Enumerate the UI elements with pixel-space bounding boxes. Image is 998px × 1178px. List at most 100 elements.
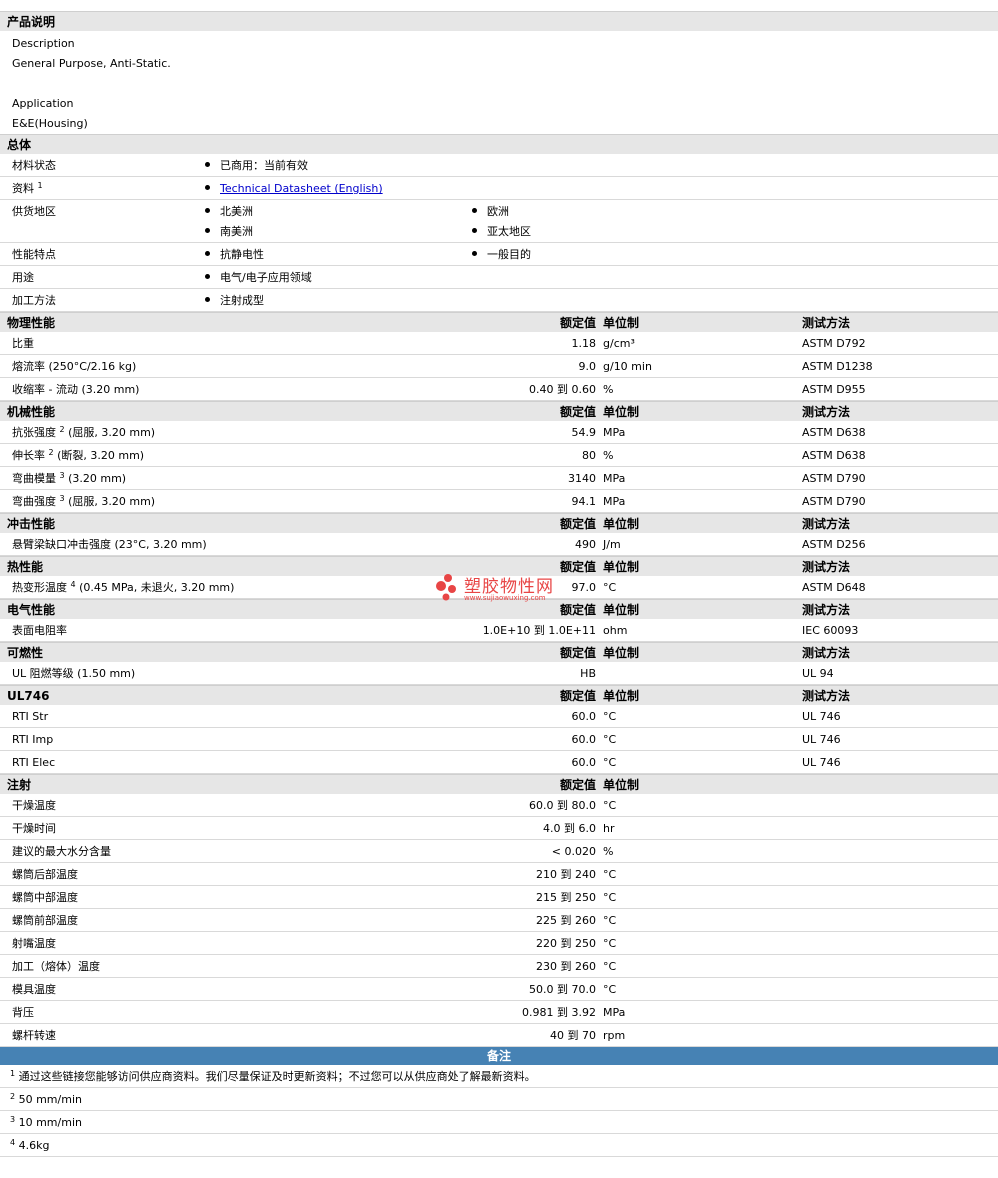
property-name: 抗张强度 2 (屈服, 3.20 mm) [12,425,156,440]
property-unit: °C [603,799,617,812]
watermark-dots-icon [436,574,456,601]
application-label: Application [12,97,74,110]
property-row: 弯曲模量 3 (3.20 mm) 3140 MPa ASTM D790 [0,467,998,490]
section-title: 冲击性能 [7,517,56,531]
footnote-marker: 4 [70,580,76,589]
general-row-features: 性能特点 抗静电性 一般目的 [0,243,998,266]
property-name: 收缩率 - 流动 (3.20 mm) [12,383,140,396]
property-unit: hr [603,822,615,835]
test-method: IEC 60093 [802,624,859,637]
test-method: UL 94 [802,667,834,680]
general-row-supply: 供货地区 北美洲 欧洲 南美洲 亚太地区 [0,200,998,243]
property-unit: % [603,845,614,858]
general-row-processing: 加工方法 注射成型 [0,289,998,312]
footnote-marker: 1 [37,181,43,190]
footnote-marker: 3 [59,494,65,503]
notes-list: 1 通过这些链接您能够访问供应商资料。我们尽量保证及时更新资料；不过您可以从供应… [0,1065,998,1157]
note-item: 1 通过这些链接您能够访问供应商资料。我们尽量保证及时更新资料；不过您可以从供应… [0,1065,998,1088]
header-unit: 单位制 [603,646,640,660]
property-unit: °C [603,914,617,927]
property-row: 弯曲强度 3 (屈服, 3.20 mm) 94.1 MPa ASTM D790 [0,490,998,513]
property-value: 0.981 到 3.92 [522,1006,596,1019]
section-title: UL746 [7,689,50,703]
property-unit: °C [603,756,617,769]
property-row: 螺筒中部温度 215 到 250 °C [0,886,998,909]
property-unit: J/m [603,538,621,551]
note-item: 3 10 mm/min [0,1111,998,1134]
footnote-marker: 3 [10,1115,16,1124]
property-unit: % [603,449,614,462]
section-header-physical: 物理性能 额定值 单位制 测试方法 [0,312,998,332]
property-unit: °C [603,868,617,881]
bullet-icon [205,208,210,213]
property-value: 60.0 [571,710,597,723]
section-title: 物理性能 [7,316,56,330]
section-title: 机械性能 [7,405,56,419]
property-unit: °C [603,710,617,723]
section-title: 可燃性 [7,646,44,660]
description-value: General Purpose, Anti-Static. [12,57,171,70]
property-name: RTI Elec [12,756,56,769]
property-row: 建议的最大水分含量 < 0.020% [0,840,998,863]
header-method: 测试方法 [802,517,851,531]
bullet-text: 电气/电子应用领域 [220,271,312,284]
bullet-icon [472,208,477,213]
property-row: RTI Imp 60.0 °C UL 746 [0,728,998,751]
row-label: 材料状态 [12,159,56,172]
note-item: 2 50 mm/min [0,1088,998,1111]
bullet-text: 南美洲 [220,225,253,238]
property-unit: MPa [603,1006,626,1019]
property-row: 背压 0.981 到 3.92 MPa [0,1001,998,1024]
property-value: 3140 [568,472,596,485]
bullet-text: 抗静电性 [220,248,264,261]
property-unit: °C [603,733,617,746]
bullet-item: 已商用：当前有效 [205,154,308,177]
property-unit: rpm [603,1029,626,1042]
section-title: 注射 [7,778,32,792]
property-unit: ohm [603,624,628,637]
technical-datasheet-link[interactable]: Technical Datasheet (English) [220,182,383,195]
property-row: 射嘴温度 220 到 250 °C [0,932,998,955]
property-value: 60.0 [571,756,597,769]
application-value: E&E(Housing) [12,117,88,130]
bullet-icon [205,228,210,233]
property-value: 40 到 70 [550,1029,596,1042]
property-name: 建议的最大水分含量 [12,845,111,858]
bullet-text: 北美洲 [220,205,253,218]
bullet-item: 抗静电性 [205,243,264,266]
property-row: 螺筒后部温度 210 到 240 °C [0,863,998,886]
property-name: 射嘴温度 [12,937,56,950]
test-method: UL 746 [802,756,841,769]
property-row: 悬臂梁缺口冲击强度 (23°C, 3.20 mm) 490 J/m ASTM D256 [0,533,998,556]
test-method: ASTM D638 [802,449,866,462]
section-title: 产品说明 [7,15,56,29]
footnote-marker: 2 [59,425,65,434]
property-unit: °C [603,581,617,594]
test-method: ASTM D1238 [802,360,873,373]
row-label: 供货地区 [12,205,56,218]
property-name: UL 阻燃等级 (1.50 mm) [12,667,136,680]
property-value: 220 到 250 [536,937,596,950]
row-label: 资料 1 [12,181,43,196]
section-header-injection: 注射 额定值 单位制 [0,774,998,794]
property-row: 加工（熔体）温度 230 到 260 °C [0,955,998,978]
bullet-item: 电气/电子应用领域 [205,266,312,289]
footnote-marker: 2 [48,448,54,457]
property-row: 螺杆转速 40 到 70 rpm [0,1024,998,1047]
header-value: 额定值 [559,778,596,792]
property-row: RTI Elec 60.0 °C UL 746 [0,751,998,774]
row-label: 加工方法 [12,294,56,307]
property-name: 背压 [12,1006,34,1019]
property-row: UL 阻燃等级 (1.50 mm) HB UL 94 [0,662,998,685]
header-unit: 单位制 [603,603,640,617]
property-value: 230 到 260 [536,960,596,973]
header-value: 额定值 [559,689,596,703]
bullet-text: 注射成型 [220,294,264,307]
property-value: 80 [582,449,596,462]
property-sections: 物理性能 额定值 单位制 测试方法 比重 1.18 g/cm³ ASTM D792 熔流率 (2… [0,312,998,1047]
property-value: 60.0 [571,733,597,746]
property-value: 1.0E+10 到 1.0E+11 [482,624,596,637]
property-row: 模具温度 50.0 到 70.0 °C [0,978,998,1001]
bullet-icon [205,297,210,302]
note-text: 通过这些链接您能够访问供应商资料。我们尽量保证及时更新资料；不过您可以从供应商处… [18,1070,536,1083]
